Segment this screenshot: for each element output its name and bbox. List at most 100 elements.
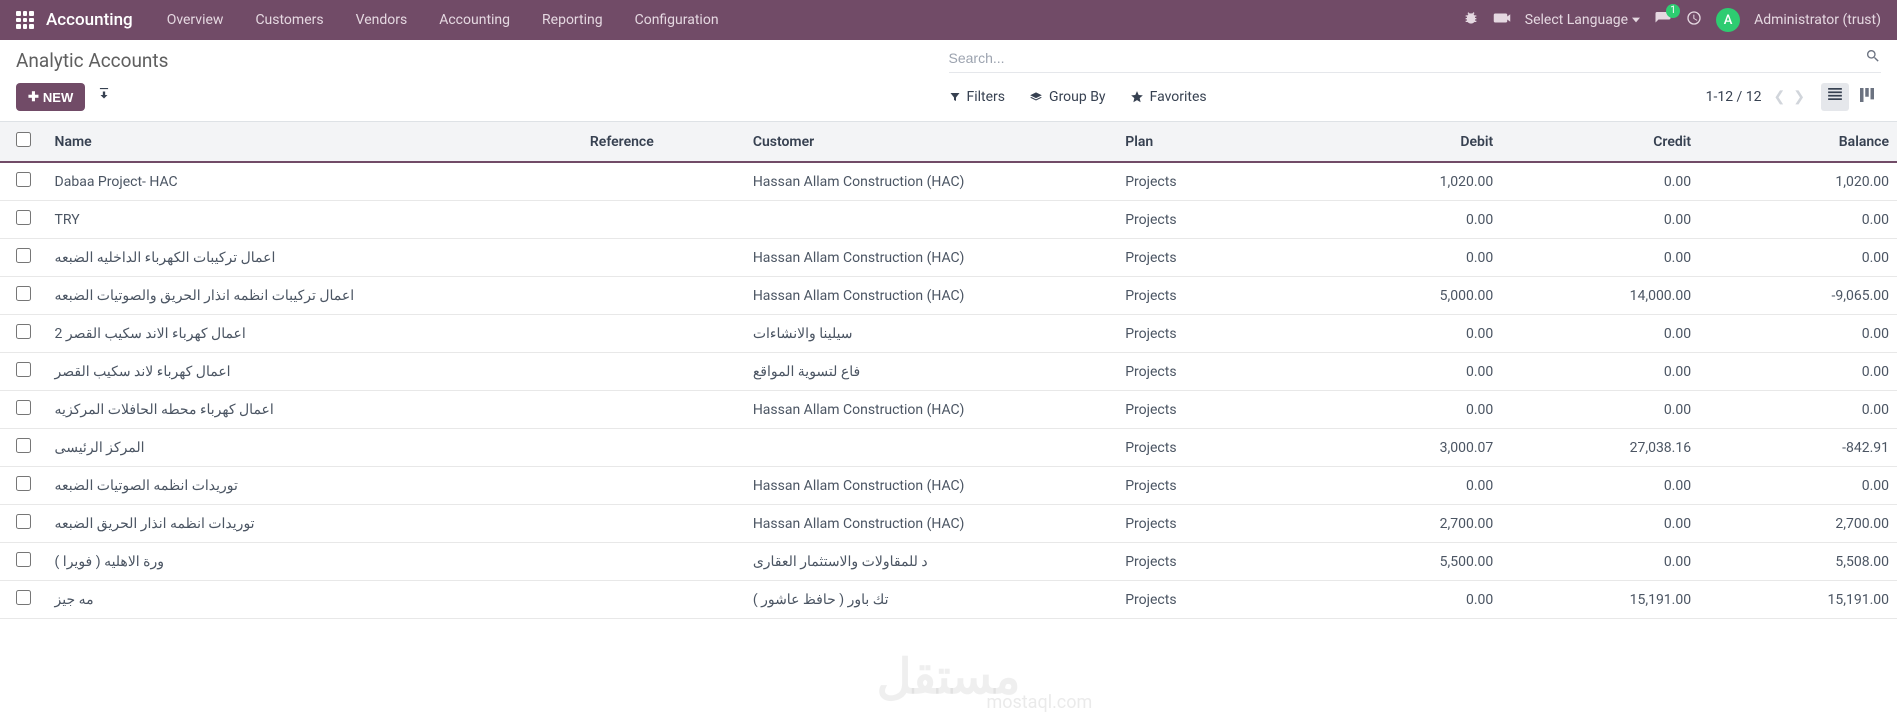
- cell-balance: 0.00: [1699, 353, 1897, 391]
- cell-plan: Projects: [1117, 391, 1303, 429]
- table-row[interactable]: اعمال تركيبات انظمه انذار الحريق والصوتي…: [0, 277, 1897, 315]
- col-credit[interactable]: Credit: [1501, 122, 1699, 162]
- col-balance[interactable]: Balance: [1699, 122, 1897, 162]
- cell-credit: 27,038.16: [1501, 429, 1699, 467]
- col-customer[interactable]: Customer: [745, 122, 1117, 162]
- cell-customer: [745, 429, 1117, 467]
- row-checkbox[interactable]: [16, 248, 31, 263]
- message-badge: 1: [1666, 4, 1680, 18]
- cell-balance: 0.00: [1699, 315, 1897, 353]
- cell-customer: [745, 201, 1117, 239]
- top-navbar: Accounting Overview Customers Vendors Ac…: [0, 0, 1897, 40]
- table-row[interactable]: مه جيزتك باور ( حافظ عاشور )Projects0.00…: [0, 581, 1897, 619]
- table-row[interactable]: Dabaa Project- HACHassan Allam Construct…: [0, 162, 1897, 201]
- table-row[interactable]: المركز الرئيسىProjects3,000.0727,038.16-…: [0, 429, 1897, 467]
- col-reference[interactable]: Reference: [582, 122, 745, 162]
- video-icon[interactable]: [1493, 11, 1511, 29]
- language-selector[interactable]: Select Language: [1525, 12, 1640, 28]
- control-panel: Analytic Accounts ✚NEW Filters Group By …: [0, 40, 1897, 122]
- cell-customer: Hassan Allam Construction (HAC): [745, 391, 1117, 429]
- app-title[interactable]: Accounting: [46, 10, 133, 30]
- row-checkbox[interactable]: [16, 590, 31, 605]
- clock-icon[interactable]: [1686, 10, 1702, 30]
- row-checkbox[interactable]: [16, 286, 31, 301]
- cell-name: المركز الرئيسى: [47, 429, 582, 467]
- cell-name: اعمال تركيبات انظمه انذار الحريق والصوتي…: [47, 277, 582, 315]
- nav-overview[interactable]: Overview: [153, 4, 238, 36]
- cell-credit: 0.00: [1501, 467, 1699, 505]
- cell-debit: 0.00: [1303, 353, 1501, 391]
- cell-reference: [582, 162, 745, 201]
- select-all-checkbox[interactable]: [16, 132, 31, 147]
- cell-plan: Projects: [1117, 239, 1303, 277]
- cell-reference: [582, 353, 745, 391]
- nav-configuration[interactable]: Configuration: [621, 4, 733, 36]
- cell-customer: Hassan Allam Construction (HAC): [745, 277, 1117, 315]
- cell-name: اعمال كهرباء محطه الحافلات المركزيه: [47, 391, 582, 429]
- cell-reference: [582, 391, 745, 429]
- row-checkbox[interactable]: [16, 210, 31, 225]
- nav-vendors[interactable]: Vendors: [342, 4, 422, 36]
- cell-reference: [582, 315, 745, 353]
- table-row[interactable]: ورة الاهليه ( فويرا )د للمقاولات والاستث…: [0, 543, 1897, 581]
- row-checkbox[interactable]: [16, 438, 31, 453]
- favorites-button[interactable]: Favorites: [1130, 89, 1207, 105]
- cell-credit: 0.00: [1501, 315, 1699, 353]
- cell-plan: Projects: [1117, 543, 1303, 581]
- nav-accounting[interactable]: Accounting: [425, 4, 524, 36]
- col-name[interactable]: Name: [47, 122, 582, 162]
- kanban-view-button[interactable]: [1853, 83, 1881, 111]
- apps-icon[interactable]: [16, 11, 34, 29]
- col-debit[interactable]: Debit: [1303, 122, 1501, 162]
- pager-prev[interactable]: ❮: [1770, 87, 1790, 107]
- row-checkbox[interactable]: [16, 172, 31, 187]
- cell-credit: 0.00: [1501, 505, 1699, 543]
- cell-credit: 0.00: [1501, 543, 1699, 581]
- pager-text[interactable]: 1-12 / 12: [1706, 89, 1762, 105]
- groupby-button[interactable]: Group By: [1029, 89, 1106, 105]
- nav-customers[interactable]: Customers: [241, 4, 337, 36]
- cell-credit: 0.00: [1501, 239, 1699, 277]
- row-checkbox[interactable]: [16, 514, 31, 529]
- row-checkbox[interactable]: [16, 552, 31, 567]
- download-icon[interactable]: [97, 88, 111, 106]
- table-row[interactable]: اعمال كهرباء الاند سكيب القصر 2سيلينا وا…: [0, 315, 1897, 353]
- user-name[interactable]: Administrator (trust): [1754, 12, 1881, 28]
- row-checkbox[interactable]: [16, 400, 31, 415]
- table-row[interactable]: توريدات انظمه الصوتيات الضبعهHassan Alla…: [0, 467, 1897, 505]
- table-row[interactable]: اعمال كهرباء محطه الحافلات المركزيه Hassa…: [0, 391, 1897, 429]
- cell-name: اعمال كهرباء الاند سكيب القصر 2: [47, 315, 582, 353]
- cell-name: اعمال كهرباء لاند سكيب القصر: [47, 353, 582, 391]
- navbar-right: Select Language 1 A Administrator (trust…: [1463, 8, 1881, 32]
- filters-button[interactable]: Filters: [949, 89, 1006, 105]
- table-row[interactable]: اعمال تركيبات الكهرباء الداخليه الضبعهHa…: [0, 239, 1897, 277]
- cell-debit: 0.00: [1303, 467, 1501, 505]
- cell-reference: [582, 581, 745, 619]
- table-row[interactable]: TRYProjects0.000.000.00: [0, 201, 1897, 239]
- plus-icon: ✚: [28, 89, 39, 105]
- row-checkbox[interactable]: [16, 476, 31, 491]
- bug-icon[interactable]: [1463, 10, 1479, 30]
- search-icon[interactable]: [1865, 48, 1881, 68]
- cell-name: TRY: [47, 201, 582, 239]
- table-row[interactable]: اعمال كهرباء لاند سكيب القصرفاع لتسوية ا…: [0, 353, 1897, 391]
- pager-next[interactable]: ❯: [1789, 87, 1809, 107]
- list-view-button[interactable]: [1821, 83, 1849, 111]
- cell-name: مه جيز: [47, 581, 582, 619]
- cell-plan: Projects: [1117, 581, 1303, 619]
- row-checkbox[interactable]: [16, 324, 31, 339]
- nav-reporting[interactable]: Reporting: [528, 4, 617, 36]
- col-plan[interactable]: Plan: [1117, 122, 1303, 162]
- row-checkbox[interactable]: [16, 362, 31, 377]
- table-row[interactable]: توريدات انظمه انذار الحريق الضبعهHassan …: [0, 505, 1897, 543]
- messages-icon[interactable]: 1: [1654, 10, 1672, 30]
- search-input[interactable]: [949, 50, 1866, 66]
- avatar[interactable]: A: [1716, 8, 1740, 32]
- cell-plan: Projects: [1117, 277, 1303, 315]
- cell-debit: 1,020.00: [1303, 162, 1501, 201]
- breadcrumb: Analytic Accounts: [16, 49, 168, 72]
- cell-customer: تك باور ( حافظ عاشور ): [745, 581, 1117, 619]
- cell-debit: 5,500.00: [1303, 543, 1501, 581]
- new-button[interactable]: ✚NEW: [16, 83, 85, 111]
- cell-customer: Hassan Allam Construction (HAC): [745, 505, 1117, 543]
